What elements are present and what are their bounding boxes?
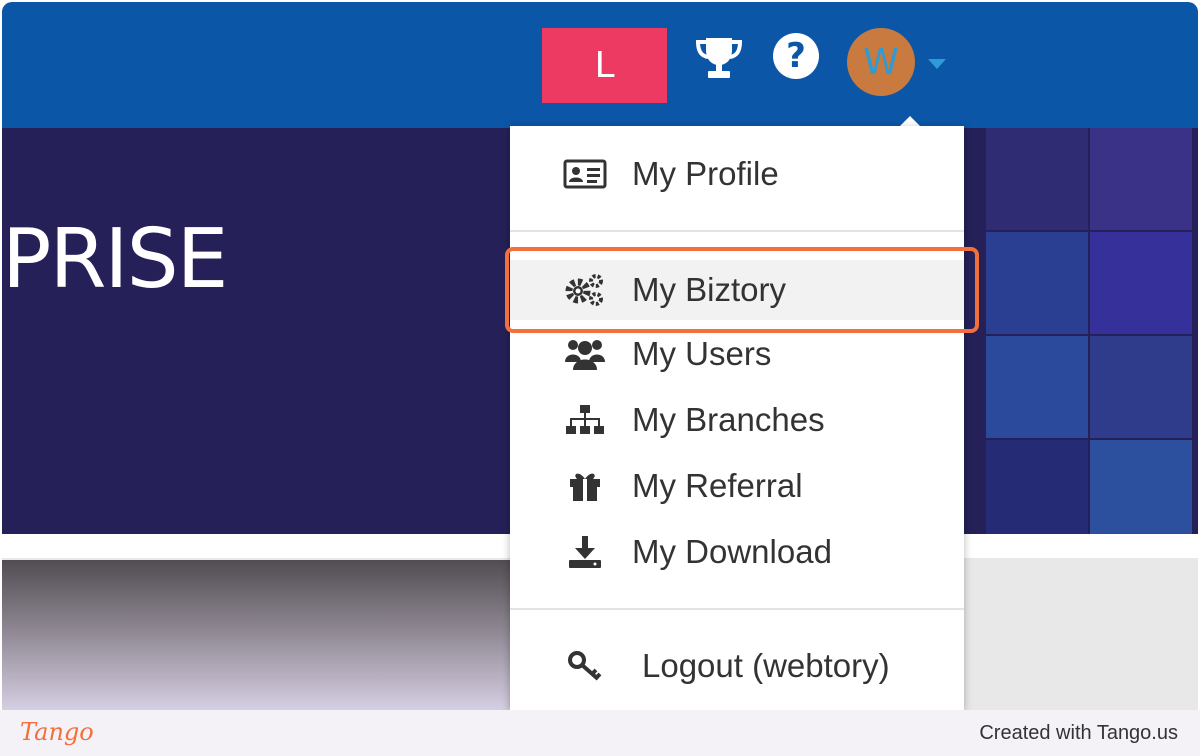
help-button[interactable]: ? — [773, 33, 819, 79]
menu-item-label: My Profile — [632, 155, 779, 192]
logout-menu-item[interactable]: Logout (webtory) — [510, 636, 964, 696]
hero-title: PRISE — [2, 212, 228, 307]
decorative-mosaic — [962, 128, 1198, 534]
user-dropdown-menu: My Profile My Biztory My Users My Branch… — [510, 126, 964, 710]
sitemap-icon — [562, 400, 608, 440]
trophy-icon[interactable] — [694, 34, 744, 80]
workspace-badge[interactable]: L — [542, 28, 667, 103]
menu-item-my-download[interactable]: My Download — [510, 522, 964, 582]
tango-logo: Tango — [20, 718, 94, 746]
menu-item-my-branches[interactable]: My Branches — [510, 390, 964, 450]
key-icon — [562, 646, 608, 686]
menu-item-label: My Users — [632, 335, 772, 372]
download-icon — [562, 532, 608, 572]
step-highlight — [505, 247, 979, 333]
content-image — [2, 560, 522, 710]
menu-divider — [510, 230, 964, 232]
menu-item-label: My Branches — [632, 401, 825, 438]
menu-item-label: My Download — [632, 533, 832, 570]
logout-label: Logout (webtory) — [642, 647, 890, 684]
app-window: L ? W PRISE My Profile My Biztory My Use… — [2, 2, 1198, 710]
footer-credit: Created with Tango.us — [979, 722, 1178, 744]
caret-down-icon[interactable] — [928, 59, 946, 69]
top-navigation-bar: L ? W — [2, 2, 1198, 128]
id-card-icon — [562, 154, 608, 194]
user-avatar[interactable]: W — [847, 28, 915, 96]
gift-icon — [562, 466, 608, 506]
question-circle-icon: ? — [786, 36, 806, 76]
footer-bar: Tango Created with Tango.us — [0, 710, 1200, 756]
menu-item-my-profile[interactable]: My Profile — [510, 144, 964, 204]
menu-item-my-users[interactable]: My Users — [510, 324, 964, 384]
menu-item-my-referral[interactable]: My Referral — [510, 456, 964, 516]
menu-item-label: My Referral — [632, 467, 803, 504]
users-icon — [562, 334, 608, 374]
menu-divider — [510, 608, 964, 610]
